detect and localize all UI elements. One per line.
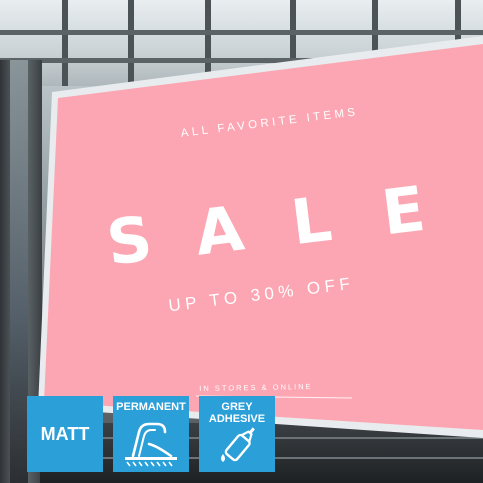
window-mullion xyxy=(62,0,68,86)
window-mullion xyxy=(205,0,211,86)
badge-matt-label: MATT xyxy=(40,423,90,444)
badge-matt: MATT xyxy=(27,396,103,472)
badge-permanent: PERMANENT xyxy=(113,396,189,472)
window-mullion xyxy=(372,0,378,86)
window-mullion xyxy=(128,0,134,86)
window-rail xyxy=(0,58,483,63)
permanent-bond-icon xyxy=(125,422,177,467)
glass-roof xyxy=(0,0,483,86)
feature-badges: MATT PERMANENT GREY ADHESIVE xyxy=(27,396,275,472)
product-image: ALL FAVORITE ITEMS S A L E UP TO 30% OFF… xyxy=(0,0,483,483)
glue-bottle-icon xyxy=(221,427,255,462)
badge-grey-adhesive: GREY ADHESIVE xyxy=(199,396,275,472)
window-rail xyxy=(0,30,483,35)
window-mullion xyxy=(290,0,296,86)
window-mullion xyxy=(455,0,461,86)
